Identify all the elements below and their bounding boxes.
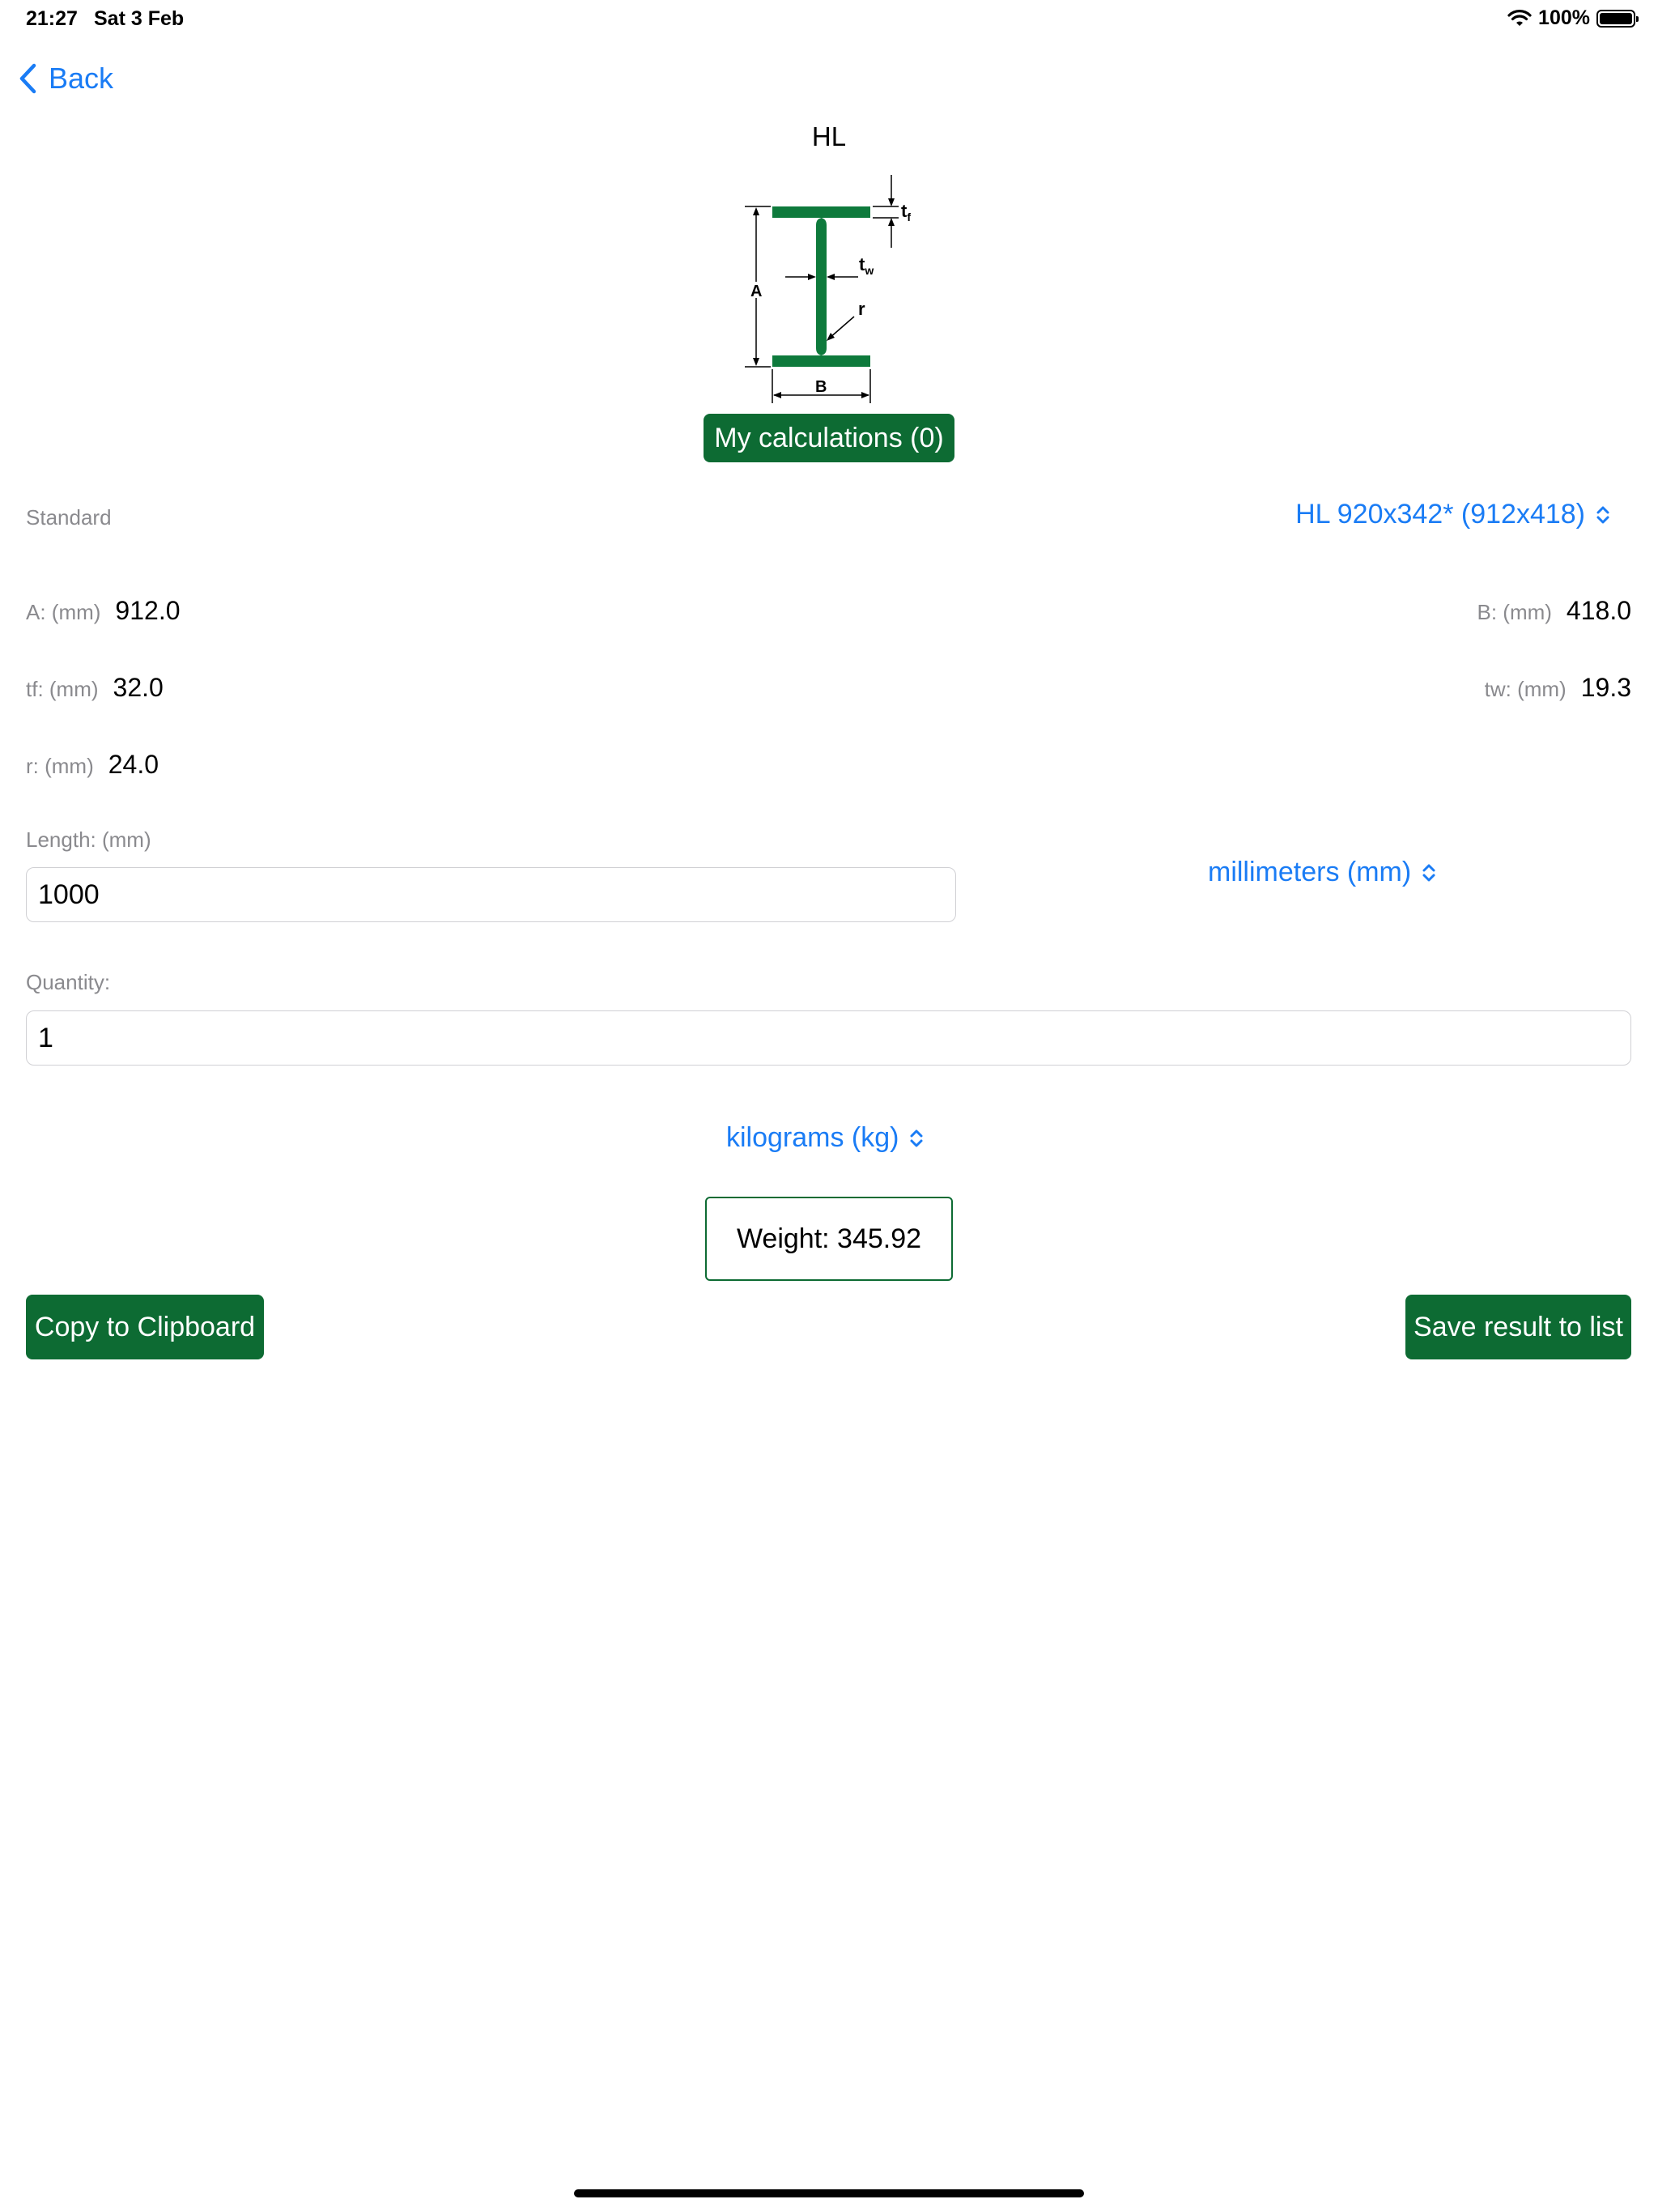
dim-label-a: A [750,283,762,300]
page-title: HL [811,121,847,151]
weight-unit-selector[interactable]: kilograms (kg) [726,1122,925,1154]
chevron-up-down-icon [1422,864,1435,881]
dim-tw-row: tw: (mm) 19.3 [1485,673,1631,703]
standard-value: HL 920x342* (912x418) [1295,499,1585,530]
dim-a-label: A: (mm) [26,600,101,624]
svg-text:tw: tw [859,254,874,277]
dim-tw-label: tw: (mm) [1484,677,1567,701]
copy-to-clipboard-button[interactable]: Copy to Clipboard [26,1295,264,1359]
svg-text:tf: tf [901,201,911,223]
dim-b-label: B: (mm) [1477,600,1552,624]
dim-tf-row: tf: (mm) 32.0 [26,673,164,703]
length-unit-value: millimeters (mm) [1208,857,1412,887]
dim-label-r: r [858,299,865,319]
dim-a-value: 912.0 [115,596,181,625]
status-indicators: 100% [1507,6,1639,30]
length-input[interactable]: 1000 [26,867,956,922]
status-date: Sat 3 Feb [94,7,185,30]
dim-r-row: r: (mm) 24.0 [26,750,159,780]
dim-a-row: A: (mm) 912.0 [26,596,181,626]
dim-r-label: r: (mm) [26,754,94,778]
back-label: Back [49,62,114,95]
dim-label-tw-sub: w [864,264,874,277]
battery-percent: 100% [1538,6,1590,29]
chevron-up-down-icon [910,1129,923,1146]
quantity-label: Quantity: [26,970,111,994]
length-label: Length: (mm) [26,827,151,852]
dim-b-row: B: (mm) 418.0 [1477,596,1632,626]
my-calculations-button[interactable]: My calculations (0) [704,414,954,462]
length-value: 1000 [38,878,100,910]
dim-tf-value: 32.0 [113,673,164,702]
quantity-input[interactable]: 1 [26,1010,1631,1066]
chevron-left-icon [19,63,36,94]
length-unit-selector[interactable]: millimeters (mm) [1208,857,1437,888]
dim-label-b: B [815,378,827,396]
dim-tf-label: tf: (mm) [26,677,99,701]
dim-b-value: 418.0 [1566,596,1631,625]
save-result-button[interactable]: Save result to list [1405,1295,1631,1359]
quantity-value: 1 [38,1022,53,1053]
dim-label-tf-sub: f [907,211,911,223]
back-button[interactable]: Back [18,62,113,96]
home-indicator[interactable] [574,2189,1084,2197]
status-bar: 21:27 Sat 3 Feb 100% [0,0,1658,39]
dim-r-value: 24.0 [108,750,159,779]
status-time: 21:27 [26,7,78,30]
battery-icon [1596,9,1639,28]
weight-unit-value: kilograms (kg) [726,1122,899,1153]
dim-tw-value: 19.3 [1580,673,1631,702]
standard-selector[interactable]: HL 920x342* (912x418) [1295,499,1611,530]
standard-label: Standard [26,505,112,530]
chevron-up-down-icon [1596,506,1609,523]
weight-result: Weight: 345.92 [705,1197,953,1281]
i-beam-shape [772,206,870,367]
i-beam-diagram: A B tf tw r [745,175,911,403]
wifi-icon [1507,9,1532,26]
